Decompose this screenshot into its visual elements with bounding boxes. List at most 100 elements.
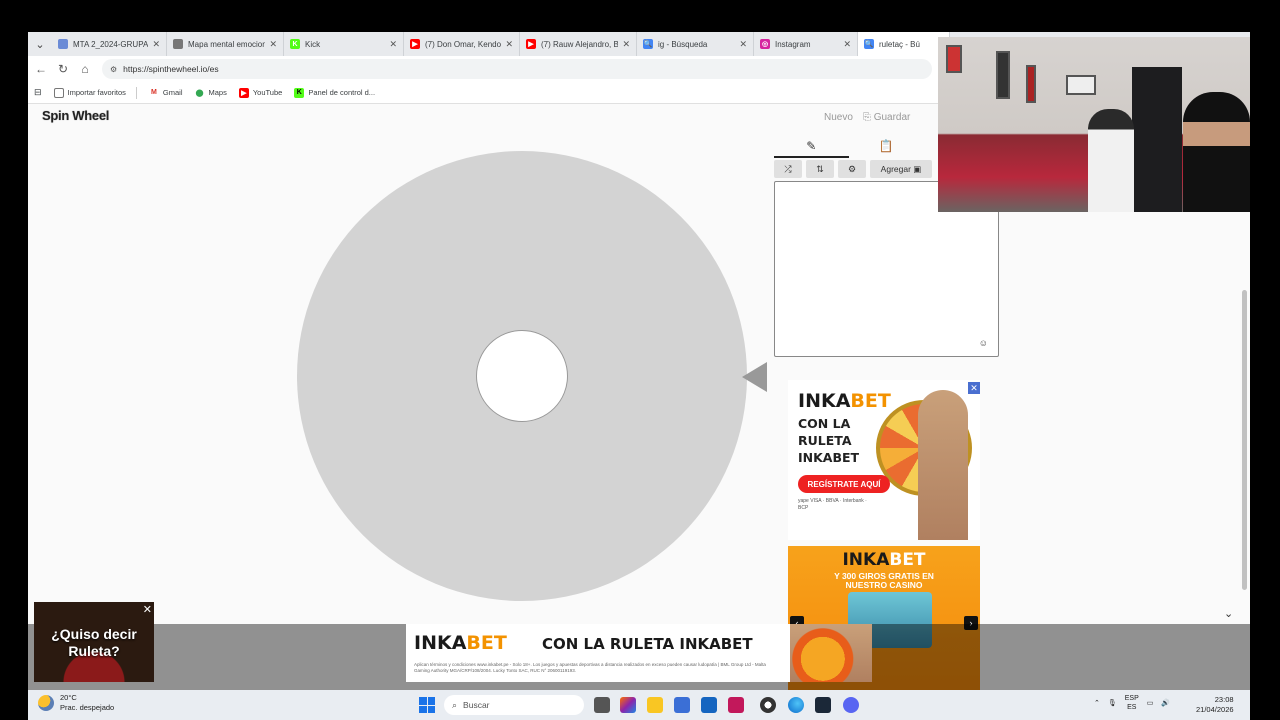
image-icon: ▣ [913,163,922,174]
wheel-pointer-icon [742,362,767,392]
edge-icon[interactable] [788,697,804,713]
chevron-down-icon[interactable]: ⌄ [1224,607,1233,620]
tab-close-icon[interactable]: ✕ [843,39,851,50]
bookmark-youtube[interactable]: ▶ YouTube [238,87,282,98]
home-icon[interactable]: ⌂ [74,62,96,76]
brand-part: BET [466,632,507,654]
page-scrollbar[interactable] [1242,290,1247,590]
task-view-icon[interactable] [594,697,610,713]
browser-tab[interactable]: ▶ (7) Rauw Alejandro, Bad✕ [520,32,637,56]
save-button[interactable]: ⎘ Guardar [863,112,910,123]
site-info-icon[interactable]: ⚙ [110,65,117,74]
tab-close-icon[interactable]: ✕ [389,39,397,50]
maps-pin-icon: ⬤ [195,89,204,97]
new-button[interactable]: Nuevo [824,112,853,123]
outlook-icon[interactable] [701,697,717,713]
bookmark-label: Panel de control d... [308,88,376,97]
tab-title: ruletaç - Bú [879,39,920,49]
browser-tab[interactable]: 🔍 ruletaç - Bú [858,32,950,56]
brand-part: BET [889,550,926,570]
browser-tab[interactable]: MTA 2_2024-GRUPAL 20✕ [52,32,167,56]
tab-close-icon[interactable]: ✕ [739,39,747,50]
weather-widget[interactable]: 20°C Prac. despejado [38,693,114,713]
browser-tab[interactable]: 🔍 ig - Búsqueda ✕ [637,32,754,56]
discord-icon[interactable] [843,697,859,713]
ad-partners: yape VISA · BBVA · Interbank · BCP [798,498,867,511]
bookmarks-menu-icon[interactable]: ⊟ [34,87,42,98]
tab-title: Instagram [775,39,811,49]
tab-favicon-icon [173,39,183,49]
ad-subtitle: Y 300 GIROS GRATIS EN NUESTRO CASINO [788,572,980,590]
did-you-mean-popup[interactable]: ¿Quiso decir Ruleta? ✕ [34,602,154,682]
bookmark-gmail[interactable]: M Gmail [149,88,183,98]
browser-tab[interactable]: Mapa mental emocione ✕ [167,32,284,56]
obs-icon[interactable] [760,697,776,713]
shuffle-icon[interactable]: ⤮ [774,160,802,178]
emoji-icon[interactable]: ☺ [979,338,988,348]
tab-close-icon[interactable]: ✕ [505,39,513,50]
browser-tab[interactable]: ◎ Instagram ✕ [754,32,858,56]
folder-icon [53,87,64,98]
taskbar-search[interactable]: ⌕ Buscar [444,695,584,715]
url-field[interactable]: ⚙ https://spinthewheel.io/es [102,59,932,79]
tab-search-chevron-icon[interactable]: ⌄ [28,32,52,56]
settings-gear-icon[interactable]: ⚙ [838,160,866,178]
url-text: https://spinthewheel.io/es [123,64,219,74]
ad-close-icon[interactable]: ✕ [968,382,980,394]
ad-line: INKABET [798,450,860,465]
chevron-up-icon[interactable]: ⌃ [1094,699,1100,707]
copilot-icon[interactable] [620,697,636,713]
search-icon: ⌕ [452,699,458,710]
bookmark-maps[interactable]: ⬤ Maps [195,88,227,98]
tab-title: (7) Rauw Alejandro, Bad [541,39,619,49]
kick-icon: K [294,87,305,98]
tab-title: MTA 2_2024-GRUPAL 20 [73,39,149,49]
dym-line: Ruleta? [68,643,120,659]
sort-icon[interactable]: ⇅ [806,160,834,178]
language-indicator[interactable]: ESP ES [1125,694,1139,712]
header-actions: Nuevo ⎘ Guardar [824,112,910,123]
ad-brand: INKABET [788,550,980,570]
back-icon[interactable]: ← [30,62,52,76]
edit-tab-pencil-icon[interactable]: ✎ [774,136,849,158]
site-logo[interactable]: Spin Wheel [42,108,109,123]
reload-icon[interactable]: ↻ [52,62,74,76]
store-icon[interactable] [674,697,690,713]
tab-favicon-icon: 🔍 [643,39,653,49]
weather-desc: Prac. despejado [60,703,115,712]
lang-top: ESP [1124,695,1139,702]
tab-favicon-icon: ▶ [526,39,536,49]
tab-close-icon[interactable]: ✕ [269,39,277,50]
bookmark-label: Gmail [162,88,183,97]
file-explorer-icon[interactable] [647,697,663,713]
bookmark-import[interactable]: Importar favoritos [53,87,126,98]
ad-line: CON LA [798,416,851,431]
tab-close-icon[interactable]: ✕ [152,39,160,50]
add-image-button[interactable]: Agregar ▣ [870,160,932,178]
app-icon[interactable] [728,697,744,713]
microphone-icon[interactable]: 🎙 [1108,699,1117,707]
close-icon[interactable]: ✕ [143,603,152,616]
volume-icon[interactable]: 🔊 [1161,699,1170,707]
bookmark-panel[interactable]: K Panel de control d... [294,87,376,98]
windows-start-icon[interactable] [419,697,435,713]
results-tab-clipboard-icon[interactable]: 📋 [849,136,924,158]
tab-close-icon[interactable]: ✕ [622,39,630,50]
ad-inkabet-1[interactable]: INKABET CON LA RULETA INKABET REGÍSTRATE… [788,380,980,540]
add-label: Agregar [880,164,911,174]
steam-icon[interactable] [815,697,831,713]
ad-register-button[interactable]: REGÍSTRATE AQUÍ [798,475,890,493]
wall-picture [996,51,1010,99]
banner-tagline: CON LA RULETA INKABET [542,635,753,653]
network-icon[interactable]: ▭ [1147,699,1154,707]
wheel-center-hub[interactable] [476,330,568,422]
brand-part: BET [850,390,891,412]
clock[interactable]: 23:08 21/04/2026 [1196,695,1234,715]
did-you-mean-text: ¿Quiso decir Ruleta? [34,626,154,660]
browser-tab[interactable]: K Kick ✕ [284,32,404,56]
tab-favicon-icon: ◎ [760,39,770,49]
system-tray: ⌃ 🎙 ESP ES ▭ 🔊 [1094,694,1170,712]
wall-picture [946,45,962,73]
sticky-banner-ad[interactable]: INKABET CON LA RULETA INKABET Aplican té… [406,624,872,682]
browser-tab[interactable]: ▶ (7) Don Omar, Kendo Ka✕ [404,32,520,56]
